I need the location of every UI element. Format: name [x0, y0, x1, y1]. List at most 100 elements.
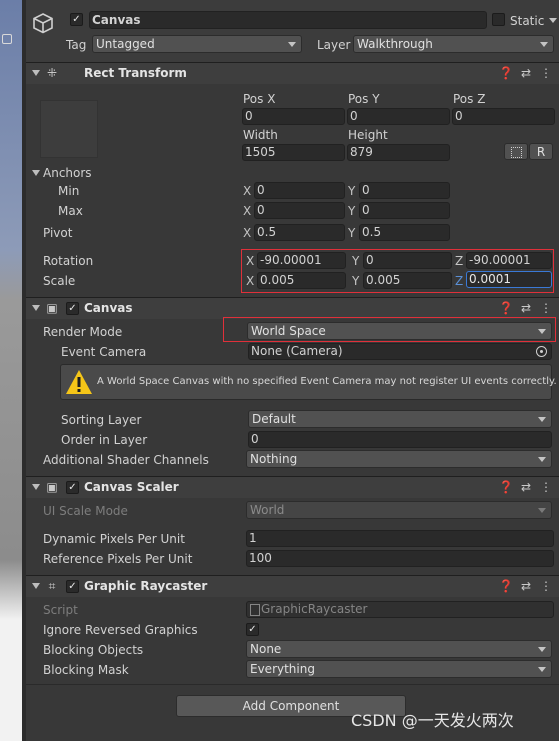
width-field[interactable]: 1505 — [242, 144, 345, 161]
width-label: Width — [243, 128, 278, 142]
object-name-field[interactable]: Canvas — [89, 11, 487, 29]
rot-z-field[interactable]: -90.00001 — [466, 252, 552, 269]
max-x-field[interactable]: 0 — [254, 202, 345, 219]
static-checkbox[interactable] — [492, 13, 505, 26]
layer-dropdown[interactable]: Walkthrough — [353, 35, 554, 53]
help-icon[interactable]: ❓ — [498, 65, 514, 81]
ignore-reversed-label: Ignore Reversed Graphics — [43, 623, 198, 637]
canvas-header[interactable]: ▣ ✓ Canvas ❓ ⇄ ⋮ — [26, 297, 559, 319]
ui-scale-mode-label: UI Scale Mode — [43, 504, 128, 518]
canvas-scaler-title: Canvas Scaler — [84, 480, 179, 494]
help-icon[interactable]: ❓ — [498, 479, 514, 495]
raycaster-icon: ⌗ — [48, 579, 56, 593]
anchors-fold-icon[interactable] — [32, 170, 40, 176]
event-camera-field[interactable]: None (Camera) — [248, 343, 552, 360]
shader-channels-dropdown[interactable]: Nothing — [246, 450, 552, 468]
presets-icon[interactable]: ⇄ — [518, 479, 534, 495]
warning-box: A World Space Canvas with no specified E… — [60, 364, 557, 400]
canvas-scaler-enabled-checkbox[interactable]: ✓ — [66, 481, 79, 494]
fold-arrow-icon[interactable] — [32, 305, 40, 311]
tag-value: Untagged — [96, 37, 155, 51]
raw-edit-button[interactable]: R — [529, 143, 553, 160]
scale-x-field[interactable]: 0.005 — [257, 272, 346, 289]
more-options-icon[interactable]: ⋮ — [538, 578, 554, 594]
strip-lock-icon — [2, 34, 12, 44]
max-y-field[interactable]: 0 — [359, 202, 450, 219]
pos-x-field[interactable]: 0 — [242, 108, 345, 125]
blocking-objects-dropdown[interactable]: None — [246, 640, 552, 658]
pos-z-label: Pos Z — [453, 92, 486, 106]
canvas-scaler-header[interactable]: ▣ ✓ Canvas Scaler ❓ ⇄ ⋮ — [26, 476, 559, 498]
scale-y-field[interactable]: 0.005 — [363, 272, 452, 289]
tag-dropdown[interactable]: Untagged — [92, 35, 302, 53]
rect-transform-icon: ⁜ — [46, 66, 58, 80]
script-value: GraphicRaycaster — [261, 602, 368, 616]
gameobject-cube-icon — [32, 12, 54, 34]
height-field[interactable]: 879 — [347, 144, 450, 161]
scale-z-field[interactable]: 0.0001 — [466, 271, 552, 288]
presets-icon[interactable]: ⇄ — [518, 65, 534, 81]
more-options-icon[interactable]: ⋮ — [538, 300, 554, 316]
fold-arrow-icon[interactable] — [32, 583, 40, 589]
order-in-layer-field[interactable]: 0 — [248, 431, 552, 448]
pos-y-label: Pos Y — [348, 92, 380, 106]
max-x-axis: X — [243, 204, 252, 218]
raw-edit-label: R — [536, 145, 546, 159]
graphic-raycaster-header[interactable]: ⌗ ✓ Graphic Raycaster ❓ ⇄ ⋮ — [26, 575, 559, 597]
static-dropdown-arrow[interactable] — [548, 12, 559, 30]
static-label: Static — [510, 14, 545, 28]
help-icon[interactable]: ❓ — [498, 578, 514, 594]
blocking-mask-dropdown[interactable]: Everything — [246, 660, 552, 678]
sorting-layer-dropdown[interactable]: Default — [248, 410, 552, 428]
pos-y-field[interactable]: 0 — [347, 108, 450, 125]
more-options-icon[interactable]: ⋮ — [538, 65, 554, 81]
object-picker-icon[interactable] — [536, 346, 547, 357]
ignore-reversed-checkbox[interactable]: ✓ — [246, 623, 259, 636]
min-x-field[interactable]: 0 — [254, 182, 345, 199]
sorting-layer-value: Default — [252, 412, 296, 426]
max-y-axis: Y — [348, 204, 356, 218]
blocking-mask-label: Blocking Mask — [43, 663, 129, 677]
dynamic-pixels-label: Dynamic Pixels Per Unit — [43, 532, 185, 546]
help-icon[interactable]: ❓ — [498, 300, 514, 316]
pivot-x-field[interactable]: 0.5 — [254, 224, 345, 241]
rot-x-field[interactable]: -90.00001 — [257, 252, 346, 269]
pos-z-field[interactable]: 0 — [452, 108, 555, 125]
watermark-text: CSDN @一天发火两次 — [351, 711, 514, 730]
max-label: Max — [58, 204, 83, 218]
render-mode-value: World Space — [251, 324, 326, 338]
blueprint-mode-button[interactable] — [504, 143, 528, 160]
more-options-icon[interactable]: ⋮ — [538, 479, 554, 495]
render-mode-dropdown[interactable]: World Space — [247, 322, 552, 340]
min-x-axis: X — [243, 184, 252, 198]
layer-label: Layer — [317, 38, 351, 52]
pivot-y-field[interactable]: 0.5 — [359, 224, 450, 241]
canvas-enabled-checkbox[interactable]: ✓ — [66, 302, 79, 315]
script-field: GraphicRaycaster — [246, 601, 554, 618]
active-checkbox[interactable]: ✓ — [70, 13, 83, 26]
min-y-axis: Y — [348, 184, 356, 198]
presets-icon[interactable]: ⇄ — [518, 300, 534, 316]
ui-scale-mode-dropdown: World — [246, 501, 552, 519]
add-component-label: Add Component — [242, 699, 340, 713]
inspector-divider — [22, 0, 26, 741]
script-label: Script — [43, 603, 78, 617]
scale-label: Scale — [43, 274, 76, 288]
anchor-preset-button[interactable] — [40, 100, 98, 158]
fold-arrow-icon[interactable] — [32, 70, 40, 76]
script-file-icon — [250, 604, 260, 616]
warning-text: A World Space Canvas with no specified E… — [97, 376, 557, 387]
reference-pixels-field[interactable]: 100 — [246, 550, 554, 567]
anchors-label: Anchors — [43, 166, 92, 180]
dynamic-pixels-field[interactable]: 1 — [246, 530, 554, 547]
rect-transform-header[interactable]: ⁜ Rect Transform ❓ ⇄ ⋮ — [26, 62, 559, 84]
order-in-layer-label: Order in Layer — [61, 433, 148, 447]
fold-arrow-icon[interactable] — [32, 484, 40, 490]
scale-x-axis: X — [246, 274, 255, 288]
min-y-field[interactable]: 0 — [359, 182, 450, 199]
warning-icon — [66, 370, 92, 394]
scene-view-strip — [0, 0, 22, 741]
rot-y-field[interactable]: 0 — [363, 252, 452, 269]
presets-icon[interactable]: ⇄ — [518, 578, 534, 594]
raycaster-enabled-checkbox[interactable]: ✓ — [66, 580, 79, 593]
